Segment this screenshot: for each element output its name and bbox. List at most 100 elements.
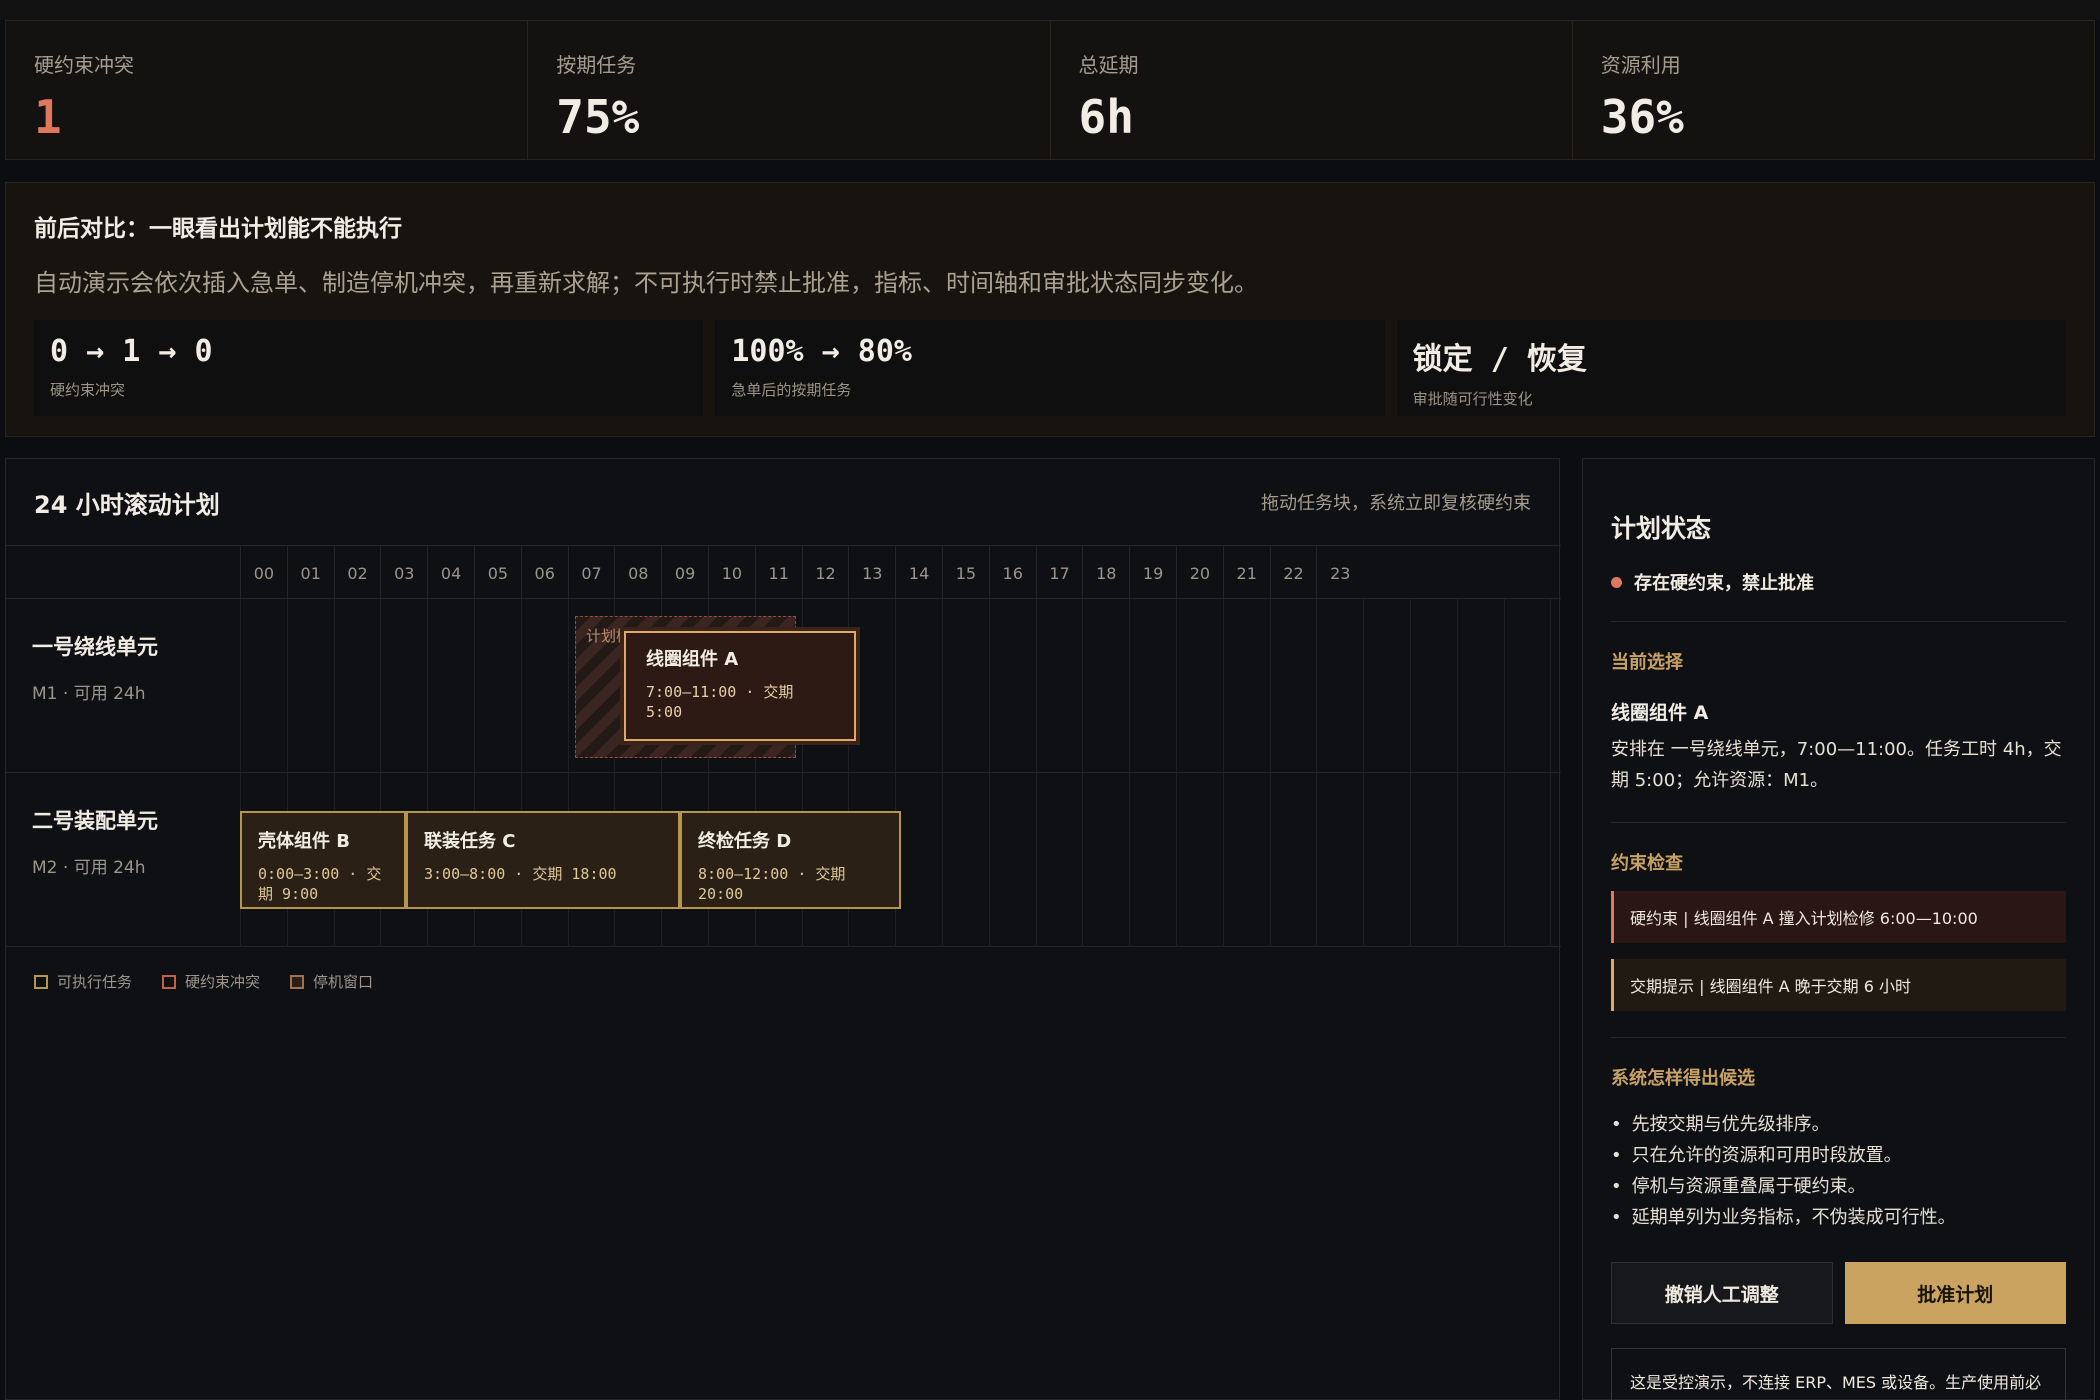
metric-value: 75% — [556, 90, 640, 144]
task-name: 终检任务 D — [698, 831, 792, 852]
hour-tick: 02 — [333, 546, 381, 600]
legend-swatch — [290, 974, 305, 989]
task-block-inspection-d[interactable]: 终检任务 D 8:00–12:00 · 交期 20:00 — [680, 811, 901, 909]
gantt-title: 24 小时滚动计划 — [34, 490, 220, 519]
grid-line — [988, 599, 990, 773]
grid-line — [1456, 599, 1458, 773]
task-name: 联装任务 C — [424, 831, 516, 852]
constraint-check-hard: 硬约束 | 线圈组件 A 撞入计划检修 6:00—10:00 — [1611, 891, 2066, 944]
grid-line — [1222, 773, 1224, 947]
grid-line — [240, 599, 241, 773]
task-time: 3:00–8:00 · 交期 18:00 — [424, 865, 617, 883]
lane-label: 二号装配单元 M2 · 可用 24h — [32, 805, 232, 878]
grid-line — [1035, 773, 1037, 947]
hour-tick: 06 — [520, 546, 568, 600]
metric-on-time: 按期任务 75% — [528, 21, 1051, 159]
legend-label: 停机窗口 — [313, 973, 374, 991]
gantt-panel: 24 小时滚动计划 拖动任务块，系统立即复核硬约束 00 01 02 03 04 05 06… — [5, 458, 1561, 1400]
hour-tick: 21 — [1222, 546, 1270, 600]
compare-cards: 0 → 1 → 0 硬约束冲突 100% → 80% 急单后的按期任务 锁定 /… — [34, 320, 2066, 416]
grid-line — [1082, 599, 1084, 773]
hour-axis: 00 01 02 03 04 05 06 07 08 09 10 11 12 13 14 15 16 17 18 19… — [6, 545, 1561, 600]
hour-tick: 08 — [614, 546, 661, 600]
metric-hard-conflicts: 硬约束冲突 1 — [6, 21, 529, 159]
metric-value: 36% — [1600, 90, 1684, 144]
lane-m1: 一号绕线单元 M1 · 可用 24h 计划检修 线圈组件 A 7:00–11:0… — [6, 599, 1561, 773]
divider — [1611, 621, 2066, 622]
grid-line — [1316, 773, 1318, 947]
selection-title: 当前选择 — [1611, 652, 1683, 673]
hour-tick: 19 — [1129, 546, 1176, 600]
grid-line — [1222, 599, 1224, 773]
compare-card-approval: 锁定 / 恢复 审批随可行性变化 — [1396, 320, 2066, 416]
legend-label: 可执行任务 — [57, 973, 133, 991]
grid-line — [1550, 599, 1552, 773]
metric-value: 1 — [34, 90, 62, 144]
hour-tick: 00 — [240, 546, 287, 600]
hour-tick: 11 — [754, 546, 802, 600]
metric-label: 总延期 — [1078, 53, 1139, 77]
metrics-bar: 硬约束冲突 1 按期任务 75% 总延期 6h 资源利用 36% — [5, 20, 2095, 160]
legend-downtime: 停机窗口 — [290, 971, 373, 992]
grid-line — [1129, 773, 1131, 947]
divider — [1611, 822, 2066, 824]
lane-name: 二号装配单元 — [32, 809, 158, 833]
compare-card-main: 100% → 80% — [731, 334, 912, 369]
hour-tick: 22 — [1269, 546, 1317, 600]
grid-line — [1456, 773, 1458, 947]
method-item: 只在允许的资源和可用时段放置。 — [1611, 1141, 2066, 1172]
hour-tick: 12 — [801, 546, 849, 600]
legend-swatch — [162, 974, 177, 989]
method-item: 延期单列为业务指标，不伪装成可行性。 — [1611, 1203, 2066, 1234]
grid-line — [1363, 599, 1365, 773]
task-block-assembly-c[interactable]: 联装任务 C 3:00–8:00 · 交期 18:00 — [406, 811, 680, 909]
grid-line — [286, 599, 288, 773]
approve-plan-button[interactable]: 批准计划 — [1844, 1262, 2066, 1324]
hour-tick: 10 — [708, 546, 755, 600]
compare-panel: 前后对比：一眼看出计划能不能执行 自动演示会依次插入急单、制造停机冲突，再重新求… — [5, 182, 2095, 437]
task-block-shell-b[interactable]: 壳体组件 B 0:00–3:00 · 交期 9:00 — [240, 811, 406, 909]
metric-label: 硬约束冲突 — [34, 53, 134, 77]
lane-name: 一号绕线单元 — [32, 635, 158, 659]
undo-adjustment-button[interactable]: 撤销人工调整 — [1611, 1262, 1833, 1324]
hour-tick: 03 — [380, 546, 427, 600]
grid-line — [1503, 773, 1505, 947]
compare-card-sub: 审批随可行性变化 — [1412, 390, 1533, 408]
checks-title: 约束检查 — [1611, 853, 1683, 875]
grid-line — [1550, 773, 1552, 947]
grid-line — [520, 599, 522, 773]
lane-label: 一号绕线单元 M1 · 可用 24h — [32, 631, 232, 704]
lane-m2: 二号装配单元 M2 · 可用 24h 壳体组件 B 0:00–3:00 · 交期… — [6, 773, 1561, 947]
metric-label: 按期任务 — [556, 53, 637, 77]
grid-line — [1269, 599, 1271, 773]
hour-tick: 20 — [1176, 546, 1223, 600]
grid-line — [1176, 773, 1177, 947]
top-strip — [0, 0, 2100, 20]
action-buttons: 撤销人工调整 批准计划 — [1611, 1262, 2066, 1324]
grid-line — [1129, 599, 1131, 773]
lane-sub: M2 · 可用 24h — [32, 858, 146, 878]
grid-line — [333, 599, 335, 773]
grid-line — [1316, 599, 1318, 773]
task-name: 线圈组件 A — [646, 649, 739, 670]
hour-tick: 01 — [286, 546, 334, 600]
grid-line — [1410, 773, 1411, 947]
hour-tick: 07 — [567, 546, 615, 600]
gantt-header: 24 小时滚动计划 拖动任务块，系统立即复核硬约束 — [6, 459, 1559, 545]
grid-line — [895, 599, 897, 773]
compare-card-main: 锁定 / 恢复 — [1412, 342, 1587, 377]
metric-total-delay: 总延期 6h — [1051, 21, 1573, 159]
task-block-coil-a[interactable]: 线圈组件 A 7:00–11:00 · 交期 5:00 — [624, 631, 856, 741]
status-alert: 存在硬约束，禁止批准 — [1611, 569, 2066, 595]
legend-feasible: 可执行任务 — [34, 971, 132, 992]
legend-conflict: 硬约束冲突 — [162, 971, 260, 992]
status-title: 计划状态 — [1611, 514, 1712, 543]
hour-tick: 17 — [1035, 546, 1083, 600]
compare-card-main: 0 → 1 → 0 — [50, 334, 213, 369]
hour-tick: 04 — [427, 546, 474, 600]
alert-dot-icon — [1611, 576, 1622, 588]
divider — [1611, 1037, 2066, 1039]
hour-tick: 15 — [942, 546, 989, 600]
grid-line — [1035, 599, 1037, 773]
grid-line — [380, 599, 382, 773]
